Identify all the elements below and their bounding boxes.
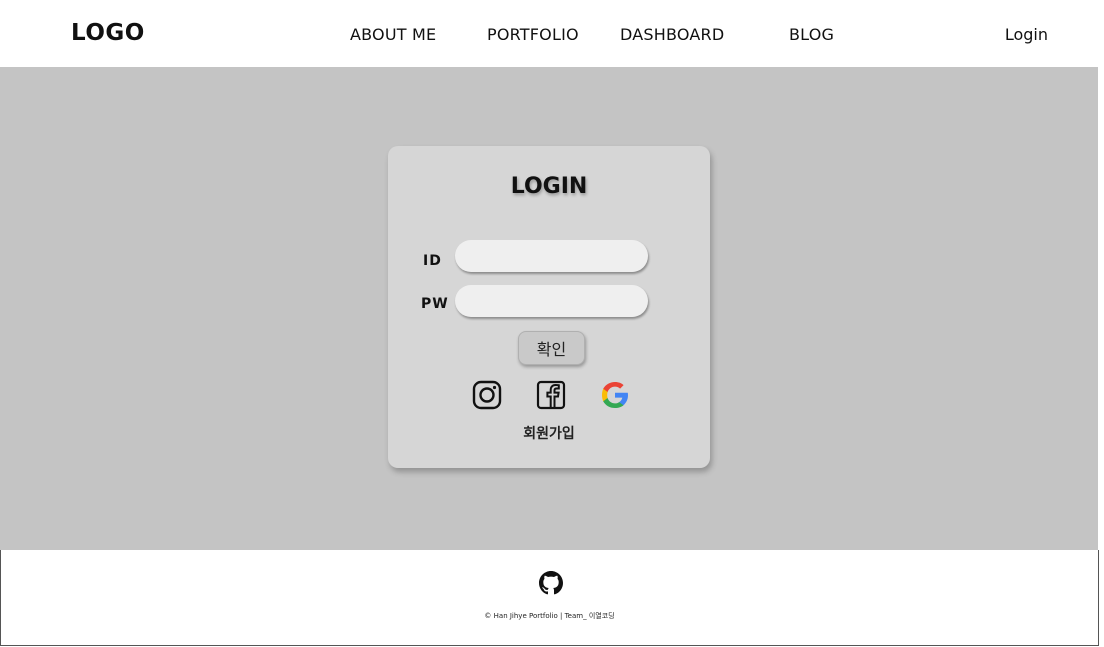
main-content: LOGIN ID PW 확인 회원가입 — [0, 67, 1098, 550]
confirm-button[interactable]: 확인 — [518, 331, 585, 365]
github-icon[interactable] — [537, 569, 565, 597]
signup-link[interactable]: 회원가입 — [388, 423, 710, 443]
id-label: ID — [423, 253, 442, 269]
nav-dashboard[interactable]: DASHBOARD — [620, 25, 724, 44]
nav-blog[interactable]: BLOG — [789, 25, 834, 44]
google-icon[interactable] — [599, 379, 631, 411]
pw-label: PW — [421, 296, 449, 312]
facebook-icon[interactable] — [535, 379, 567, 411]
login-title: LOGIN — [510, 174, 588, 199]
copyright-text: © Han Jihye Portfolio | Team_ 이열코딩 — [484, 612, 615, 620]
logo[interactable]: LOGO — [71, 20, 145, 46]
footer: © Han Jihye Portfolio | Team_ 이열코딩 — [0, 550, 1099, 646]
top-header: LOGO ABOUT ME PORTFOLIO DASHBOARD BLOG L… — [0, 0, 1104, 67]
nav-portfolio[interactable]: PORTFOLIO — [487, 25, 579, 44]
id-input[interactable] — [455, 240, 648, 272]
nav-about-me[interactable]: ABOUT ME — [350, 25, 436, 44]
pw-input[interactable] — [455, 285, 648, 317]
instagram-icon[interactable] — [471, 379, 503, 411]
login-card: LOGIN ID PW 확인 회원가입 — [388, 146, 710, 468]
login-link[interactable]: Login — [1005, 25, 1048, 44]
